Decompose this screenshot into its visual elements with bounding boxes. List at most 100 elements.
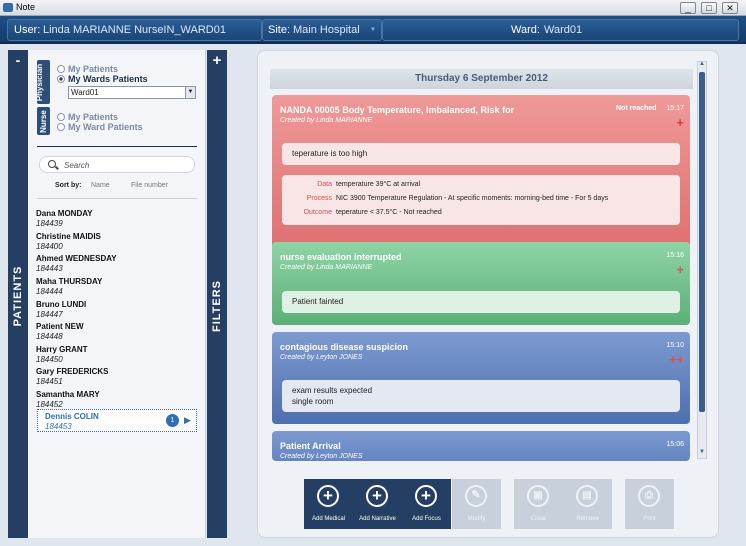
note-author: Created by Linda MARIANNE: [280, 264, 373, 271]
patient-name: Maha THURSDAY: [36, 277, 103, 286]
add-narrative-label: Add Narrative: [359, 516, 396, 522]
data-label: Data: [317, 181, 332, 188]
patient-name: Harry GRANT: [36, 345, 88, 354]
note-time: 15:10: [666, 342, 684, 349]
timeline-scrollbar[interactable]: ▲ ▼: [697, 61, 707, 459]
note-line: single room: [292, 397, 334, 406]
patient-name: Dana MONDAY: [36, 209, 93, 218]
ward-select[interactable]: Ward01 ▼: [68, 86, 196, 99]
note-author: Created by Leyton JONES: [280, 354, 363, 361]
close-button[interactable]: ▣ Close: [514, 479, 563, 529]
close-window-button[interactable]: ✕: [722, 2, 738, 14]
remove-button[interactable]: ▤ Remove: [563, 479, 612, 529]
divider: [37, 198, 197, 199]
search-input[interactable]: Search: [39, 156, 195, 173]
option-my-patients-physician[interactable]: My Patients: [68, 64, 118, 74]
patient-id: 184444: [36, 287, 63, 296]
patient-item[interactable]: Ahmed WEDNESDAY 184443: [36, 254, 198, 276]
scroll-down-icon[interactable]: ▼: [698, 449, 706, 455]
play-arrow-icon[interactable]: ▶: [184, 415, 191, 426]
ward-value: Ward01: [544, 24, 583, 36]
note-title: NANDA 00005 Body Temperature, Imbalanced…: [280, 105, 515, 115]
collapse-patients-button[interactable]: -: [8, 52, 28, 68]
print-button[interactable]: ⎙ Print: [625, 479, 674, 529]
note-text: Patient fainted: [282, 291, 680, 313]
note-details: Data temperature 39°C at arrival Process…: [282, 175, 680, 225]
note-text: exam results expected single room: [282, 380, 680, 412]
add-narrative-button[interactable]: + Add Narrative: [353, 479, 402, 529]
add-medical-button[interactable]: + Add Medical: [304, 479, 353, 529]
site-dropdown-icon[interactable]: ▼: [370, 27, 376, 33]
plus-icon[interactable]: +: [676, 262, 684, 277]
tab-nurse[interactable]: Nurse: [37, 107, 50, 135]
scroll-up-icon[interactable]: ▲: [698, 61, 706, 67]
option-my-patients-nurse[interactable]: My Patients: [68, 112, 118, 122]
note-title: nurse evaluation interrupted: [280, 252, 402, 262]
patient-id: 184450: [36, 355, 63, 364]
patient-item[interactable]: Patient NEW 184448: [36, 322, 198, 344]
plus-circle-icon: +: [415, 485, 437, 507]
patient-id: 184400: [36, 242, 63, 251]
outcome-label: Outcome: [303, 209, 332, 216]
search-icon-handle: [55, 165, 59, 170]
modify-button[interactable]: ✎ Modify: [452, 479, 501, 529]
trash-icon: ▤: [576, 485, 598, 507]
app-icon: [3, 3, 13, 12]
scrollbar-thumb[interactable]: [699, 72, 705, 412]
patient-id: 184448: [36, 332, 63, 341]
patient-item[interactable]: Gary FREDERICKS 184451: [36, 367, 198, 389]
note-text: teperature is too high: [282, 143, 680, 165]
tab-physician[interactable]: Physician: [35, 60, 50, 104]
sort-label: Sort by:: [55, 182, 82, 189]
ward-select-value: Ward01: [71, 88, 99, 97]
patient-name: Ahmed WEDNESDAY: [36, 254, 117, 263]
minimize-button[interactable]: _: [680, 2, 696, 14]
radio-my-ward-patients[interactable]: [57, 123, 65, 131]
sort-by-file-number[interactable]: File number: [131, 182, 168, 189]
timeline-panel: Thursday 6 September 2012 NANDA 00005 Bo…: [257, 50, 719, 538]
patient-item[interactable]: Maha THURSDAY 184444: [36, 277, 198, 299]
patient-item[interactable]: Christine MAIDIS 184400: [36, 232, 198, 254]
window-title-bar: Note _ □ ✕: [0, 0, 746, 16]
note-card[interactable]: contagious disease suspicion Created by …: [272, 332, 690, 424]
add-medical-label: Add Medical: [311, 516, 346, 522]
lock-icon: ▣: [527, 485, 549, 507]
note-title: contagious disease suspicion: [280, 342, 409, 352]
process-label: Process: [306, 195, 332, 202]
patient-item[interactable]: Dana MONDAY 184439: [36, 209, 198, 231]
filters-vertical-label[interactable]: FILTERS: [211, 274, 223, 338]
site-value[interactable]: Main Hospital: [293, 24, 360, 36]
note-time: 15:17: [666, 105, 684, 112]
patient-id: 184447: [36, 310, 63, 319]
note-card[interactable]: nurse evaluation interrupted Created by …: [272, 242, 690, 325]
radio-my-patients-nurse[interactable]: [57, 113, 65, 121]
patient-id: 184439: [36, 219, 63, 228]
outcome-value: teperature < 37.5°C - Not reached: [336, 209, 442, 216]
plus-icon[interactable]: ++: [669, 352, 684, 367]
ward-label: Ward:: [511, 24, 540, 36]
add-focus-button[interactable]: + Add Focus: [402, 479, 451, 529]
expand-filters-button[interactable]: +: [207, 52, 227, 69]
note-title: Patient Arrival: [280, 441, 341, 451]
close-label: Close: [530, 516, 547, 522]
patient-name: Christine MAIDIS: [36, 232, 101, 241]
sort-by-name[interactable]: Name: [91, 182, 110, 189]
patient-item[interactable]: Harry GRANT 184450: [36, 345, 198, 367]
modify-label: Modify: [467, 516, 486, 522]
filters-sidebar: + FILTERS: [207, 50, 227, 538]
plus-icon[interactable]: +: [676, 115, 684, 130]
user-label: User:: [14, 24, 41, 36]
add-focus-label: Add Focus: [412, 516, 441, 522]
patient-item-selected[interactable]: Dennis COLIN 184453 1 ▶: [37, 409, 197, 432]
radio-my-wards-patients[interactable]: [57, 75, 65, 83]
remove-label: Remove: [576, 516, 599, 522]
note-card[interactable]: Patient Arrival Created by Leyton JONES …: [272, 431, 690, 461]
option-my-ward-patients[interactable]: My Ward Patients: [68, 122, 143, 132]
radio-my-patients-physician[interactable]: [57, 65, 65, 73]
print-label: Print: [643, 516, 656, 522]
patient-item[interactable]: Bruno LUNDI 184447: [36, 300, 198, 322]
note-status: Not reached: [616, 105, 657, 112]
maximize-button[interactable]: □: [701, 2, 717, 14]
chevron-down-icon[interactable]: ▼: [185, 87, 195, 98]
option-my-wards-patients[interactable]: My Wards Patients: [68, 74, 148, 84]
